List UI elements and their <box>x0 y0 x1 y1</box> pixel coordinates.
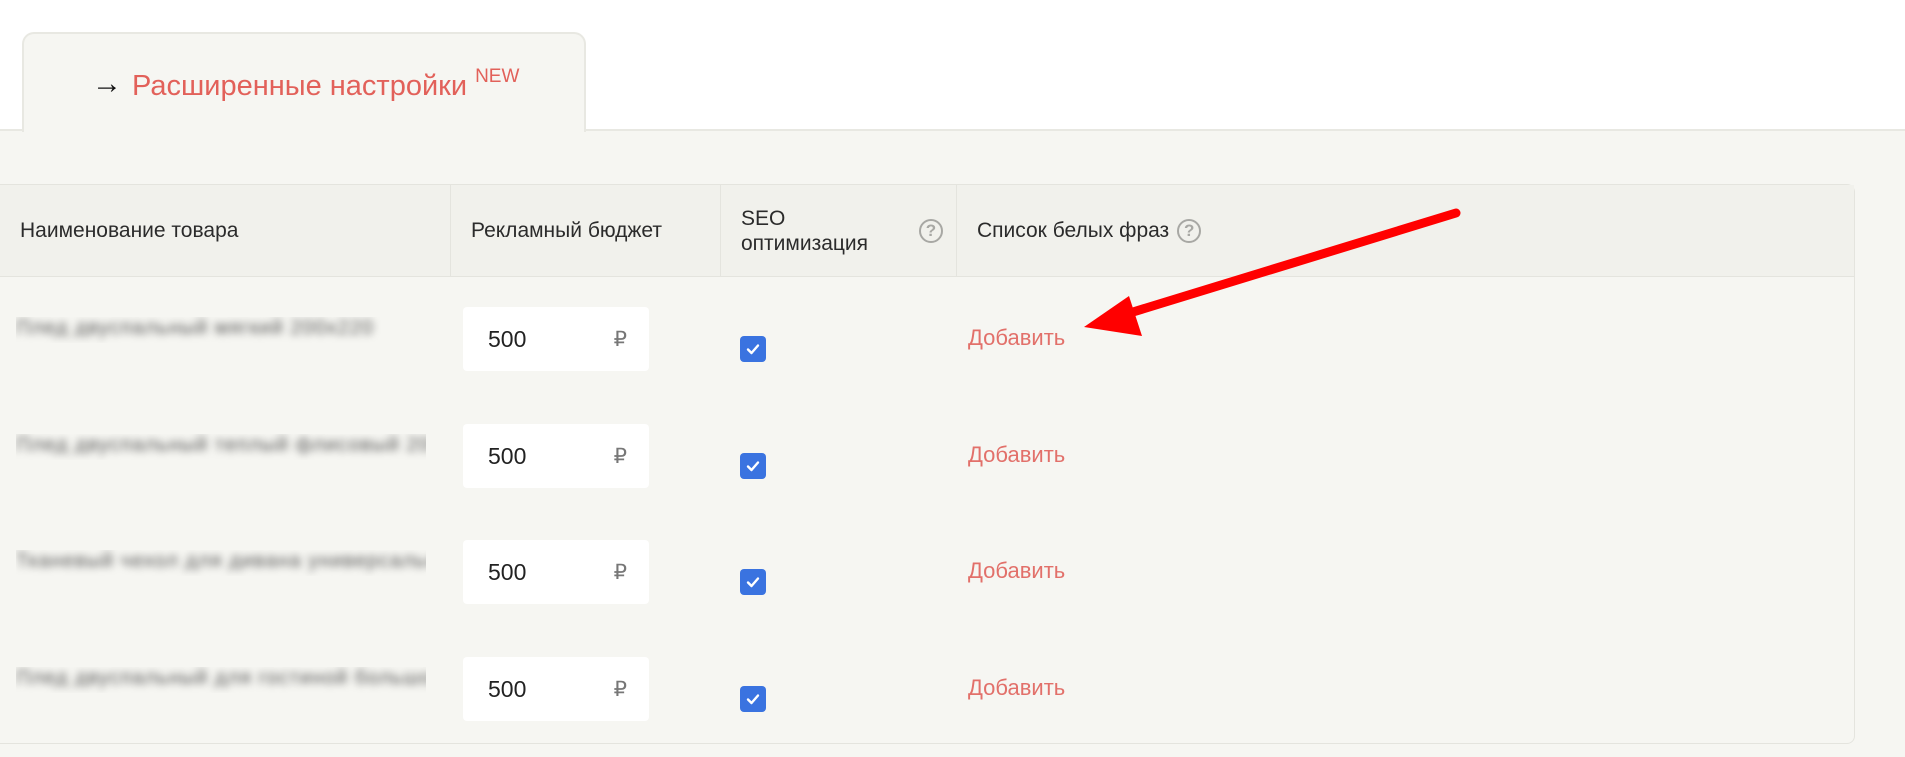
budget-value: 500 <box>488 558 527 585</box>
header-white-phrases: Список белых фраз ? <box>956 185 1855 276</box>
help-icon[interactable]: ? <box>919 218 943 243</box>
products-table: Наименование товара Рекламный бюджет SEO… <box>0 184 1855 744</box>
check-icon <box>746 694 760 705</box>
arrow-right-icon: → <box>92 67 122 100</box>
table-row: Плед двуспальный для гостиной большой 20… <box>0 627 1854 743</box>
add-white-phrases-link[interactable]: Добавить <box>968 325 1065 351</box>
table-row: Плед двуспальный мягкий 200х220 500 ₽ До… <box>0 277 1854 393</box>
header-seo-label: SEO оптимизация <box>741 206 869 255</box>
header-product-name: Наименование товара <box>0 185 450 276</box>
product-name: Тканевый чехол для дивана универсальный … <box>16 550 426 572</box>
header-product-name-label: Наименование товара <box>20 218 239 242</box>
product-name-cell: Тканевый чехол для дивана универсальный … <box>16 550 426 576</box>
seo-checkbox[interactable] <box>740 336 766 362</box>
add-white-phrases-link[interactable]: Добавить <box>968 442 1065 468</box>
budget-value: 500 <box>488 442 527 469</box>
ruble-icon: ₽ <box>613 677 627 701</box>
header-white-phrases-label: Список белых фраз <box>977 218 1170 242</box>
budget-value: 500 <box>488 325 527 352</box>
new-badge: NEW <box>475 66 520 87</box>
table-header: Наименование товара Рекламный бюджет SEO… <box>0 185 1854 277</box>
tab-label: Расширенные настройки <box>132 70 468 102</box>
help-icon[interactable]: ? <box>1177 218 1202 243</box>
add-white-phrases-link[interactable]: Добавить <box>968 558 1065 584</box>
header-seo: SEO оптимизация ? <box>720 185 956 276</box>
product-name-cell: Плед двуспальный теплый флисовый 200х220 <box>16 434 426 460</box>
seo-checkbox[interactable] <box>740 569 766 595</box>
check-icon <box>746 344 760 355</box>
budget-input[interactable]: 500 ₽ <box>463 540 649 604</box>
ruble-icon: ₽ <box>613 327 627 351</box>
seo-checkbox[interactable] <box>740 686 766 712</box>
check-icon <box>746 461 760 472</box>
ruble-icon: ₽ <box>613 560 627 584</box>
table-row: Тканевый чехол для дивана универсальный … <box>0 510 1854 626</box>
budget-input[interactable]: 500 ₽ <box>463 424 649 488</box>
budget-input[interactable]: 500 ₽ <box>463 657 649 721</box>
header-budget-label: Рекламный бюджет <box>471 218 663 242</box>
product-name: Плед двуспальный мягкий 200х220 <box>16 317 375 339</box>
add-white-phrases-link[interactable]: Добавить <box>968 675 1065 701</box>
product-name: Плед двуспальный теплый флисовый 200х220 <box>16 434 426 456</box>
page: → Расширенные настройки NEW Наименование… <box>0 0 1905 757</box>
product-name: Плед двуспальный для гостиной большой 20… <box>16 667 426 689</box>
tab-advanced-settings[interactable]: → Расширенные настройки NEW <box>22 32 586 132</box>
product-name-cell: Плед двуспальный мягкий 200х220 <box>16 317 426 343</box>
ruble-icon: ₽ <box>613 444 627 468</box>
header-budget: Рекламный бюджет <box>450 185 720 276</box>
budget-input[interactable]: 500 ₽ <box>463 307 649 371</box>
seo-checkbox[interactable] <box>740 453 766 479</box>
table-row: Плед двуспальный теплый флисовый 200х220… <box>0 394 1854 510</box>
budget-value: 500 <box>488 675 527 702</box>
product-name-cell: Плед двуспальный для гостиной большой 20… <box>16 667 426 693</box>
tab-content: → Расширенные настройки NEW <box>92 66 519 106</box>
check-icon <box>746 577 760 588</box>
